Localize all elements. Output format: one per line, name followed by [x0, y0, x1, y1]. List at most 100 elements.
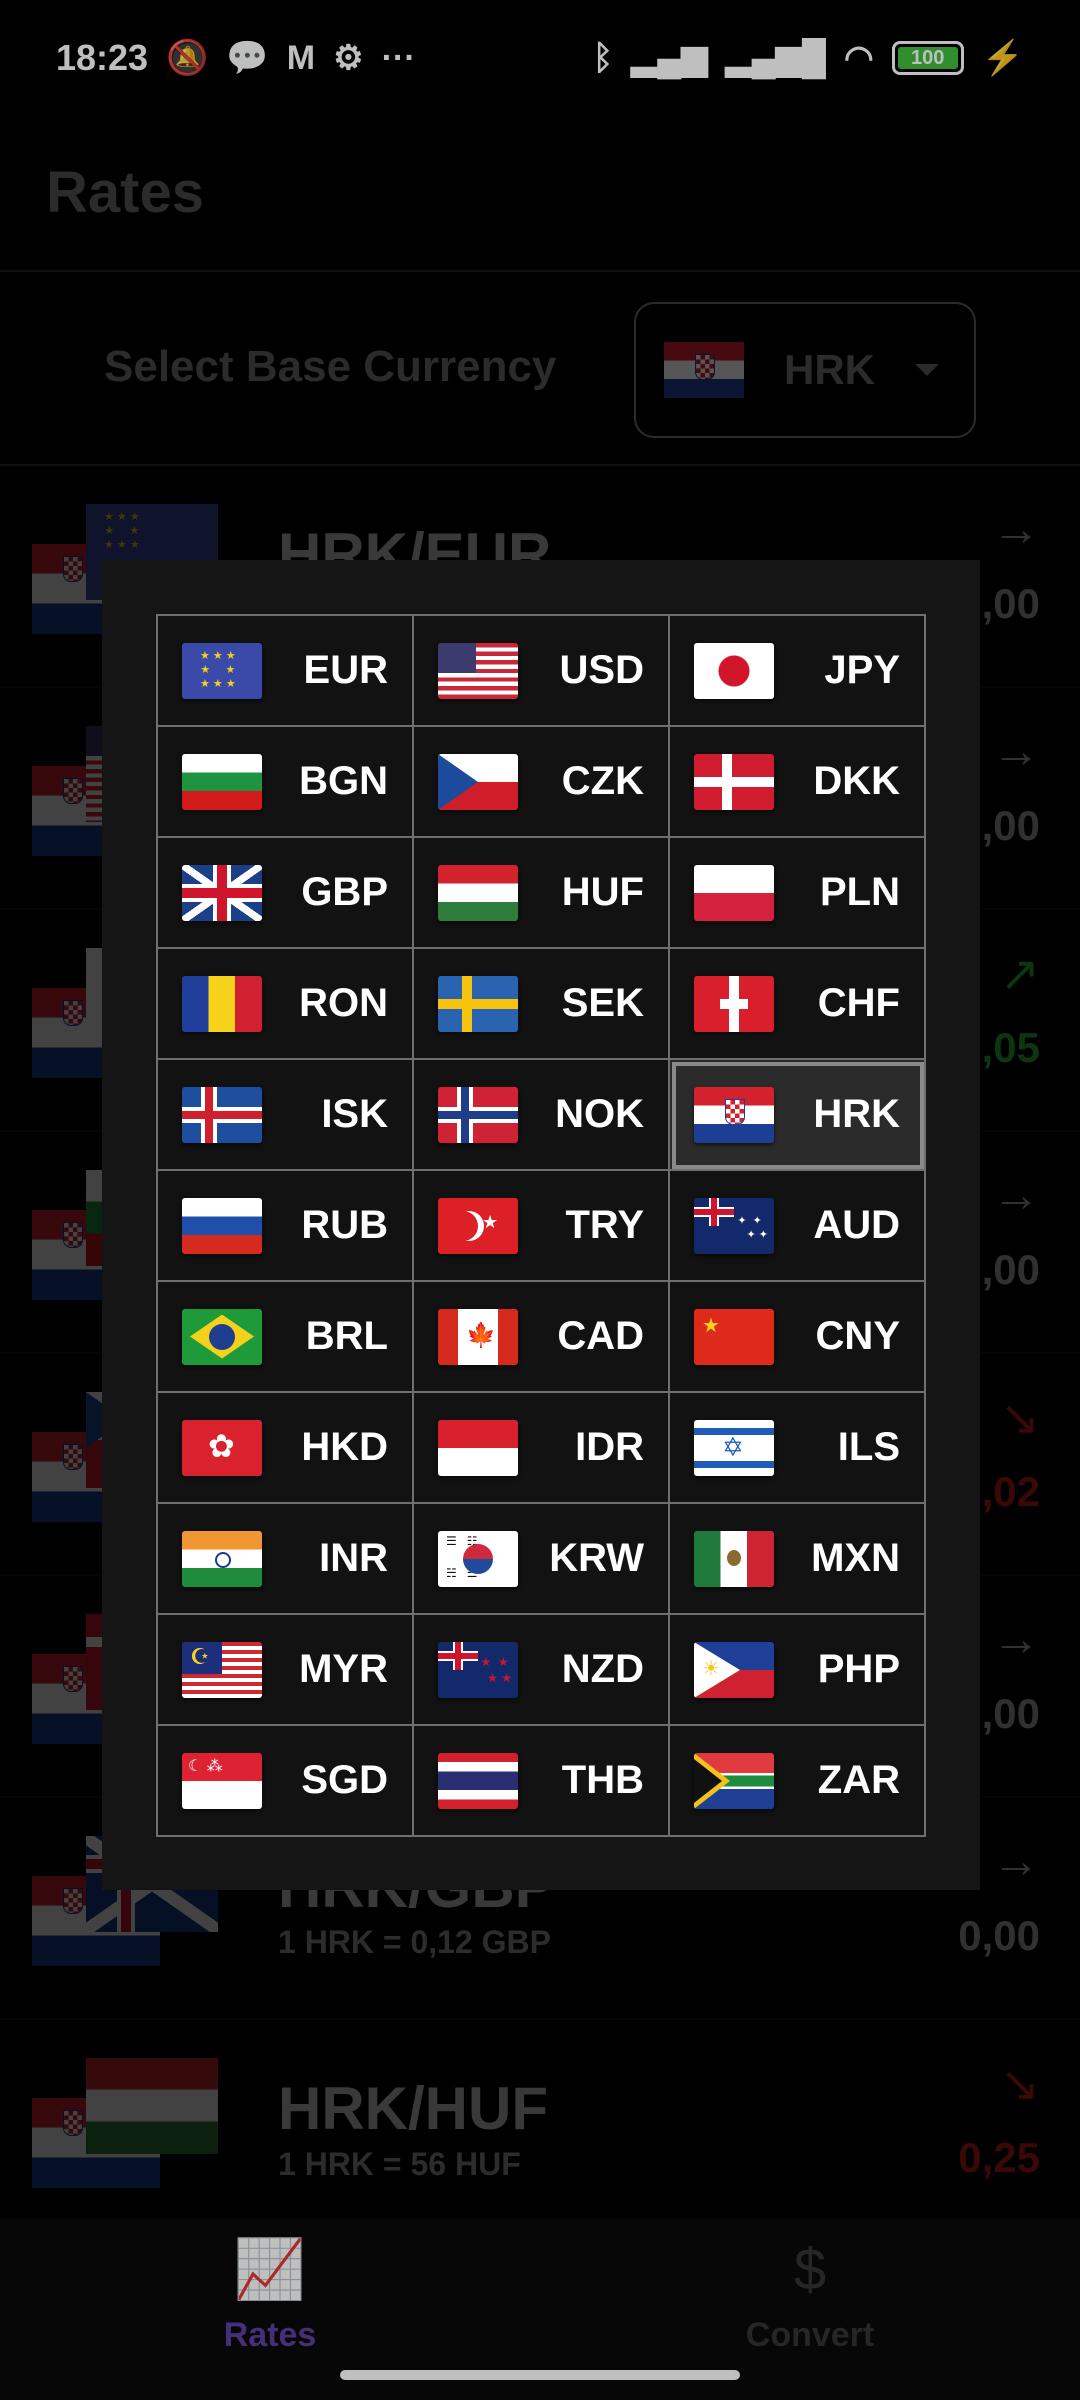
try-flag-icon — [438, 1197, 518, 1254]
currency-option-myr[interactable]: MYR — [158, 1615, 414, 1726]
sgd-flag-icon — [182, 1752, 262, 1809]
currency-code: USD — [559, 648, 644, 692]
cad-flag-icon — [438, 1308, 518, 1365]
currency-code: ZAR — [817, 1758, 900, 1802]
currency-option-rub[interactable]: RUB — [158, 1171, 414, 1282]
currency-code: RON — [299, 981, 388, 1025]
php-flag-icon — [694, 1641, 774, 1698]
hkd-flag-icon — [182, 1419, 262, 1476]
currency-option-cad[interactable]: CAD — [414, 1282, 670, 1393]
currency-option-idr[interactable]: IDR — [414, 1393, 670, 1504]
zar-flag-icon — [694, 1752, 774, 1809]
currency-option-krw[interactable]: KRW — [414, 1504, 670, 1615]
currency-option-jpy[interactable]: JPY — [670, 616, 926, 727]
currency-option-huf[interactable]: HUF — [414, 838, 670, 949]
ils-flag-icon — [694, 1419, 774, 1476]
currency-code: NZD — [561, 1647, 644, 1691]
thb-flag-icon — [438, 1752, 518, 1809]
currency-option-ils[interactable]: ILS — [670, 1393, 926, 1504]
currency-option-hkd[interactable]: HKD — [158, 1393, 414, 1504]
currency-code: TRY — [565, 1203, 644, 1247]
currency-option-bgn[interactable]: BGN — [158, 727, 414, 838]
currency-code: NOK — [555, 1092, 644, 1136]
currency-code: INR — [319, 1536, 388, 1580]
currency-code: HRK — [813, 1092, 900, 1136]
huf-flag-icon — [438, 864, 518, 921]
bgn-flag-icon — [182, 753, 262, 810]
currency-code: PHP — [817, 1647, 900, 1691]
currency-option-dkk[interactable]: DKK — [670, 727, 926, 838]
currency-option-php[interactable]: PHP — [670, 1615, 926, 1726]
currency-option-thb[interactable]: THB — [414, 1726, 670, 1837]
currency-picker-dialog: EUR USD JPY BGN CZK DKK GBP HUF PLN RON SEK CHF ISK N… — [102, 560, 980, 1890]
gbp-flag-icon — [182, 864, 262, 921]
hrk-flag-icon — [694, 1086, 774, 1143]
pln-flag-icon — [694, 864, 774, 921]
currency-code: SEK — [561, 981, 644, 1025]
sek-flag-icon — [438, 975, 518, 1032]
idr-flag-icon — [438, 1419, 518, 1476]
chf-flag-icon — [694, 975, 774, 1032]
currency-option-try[interactable]: TRY — [414, 1171, 670, 1282]
currency-code: GBP — [301, 870, 388, 914]
currency-code: SGD — [301, 1758, 388, 1802]
brl-flag-icon — [182, 1308, 262, 1365]
currency-option-sek[interactable]: SEK — [414, 949, 670, 1060]
currency-option-czk[interactable]: CZK — [414, 727, 670, 838]
currency-option-ron[interactable]: RON — [158, 949, 414, 1060]
currency-option-pln[interactable]: PLN — [670, 838, 926, 949]
currency-code: ILS — [837, 1425, 900, 1469]
krw-flag-icon — [438, 1530, 518, 1587]
isk-flag-icon — [182, 1086, 262, 1143]
currency-grid: EUR USD JPY BGN CZK DKK GBP HUF PLN RON SEK CHF ISK N… — [156, 614, 926, 1837]
currency-code: JPY — [824, 648, 900, 692]
currency-code: DKK — [813, 759, 900, 803]
cny-flag-icon — [694, 1308, 774, 1365]
currency-option-usd[interactable]: USD — [414, 616, 670, 727]
currency-option-brl[interactable]: BRL — [158, 1282, 414, 1393]
currency-code: BGN — [299, 759, 388, 803]
currency-option-isk[interactable]: ISK — [158, 1060, 414, 1171]
ron-flag-icon — [182, 975, 262, 1032]
currency-code: THB — [561, 1758, 644, 1802]
currency-option-gbp[interactable]: GBP — [158, 838, 414, 949]
currency-code: MYR — [299, 1647, 388, 1691]
currency-option-nok[interactable]: NOK — [414, 1060, 670, 1171]
currency-code: HUF — [561, 870, 644, 914]
currency-option-aud[interactable]: AUD — [670, 1171, 926, 1282]
currency-code: ISK — [321, 1092, 388, 1136]
currency-option-chf[interactable]: CHF — [670, 949, 926, 1060]
currency-code: KRW — [549, 1536, 644, 1580]
dkk-flag-icon — [694, 753, 774, 810]
czk-flag-icon — [438, 753, 518, 810]
currency-code: EUR — [303, 648, 388, 692]
currency-code: CHF — [817, 981, 900, 1025]
currency-option-zar[interactable]: ZAR — [670, 1726, 926, 1837]
currency-code: MXN — [811, 1536, 900, 1580]
currency-code: RUB — [301, 1203, 388, 1247]
jpy-flag-icon — [694, 642, 774, 699]
myr-flag-icon — [182, 1641, 262, 1698]
mxn-flag-icon — [694, 1530, 774, 1587]
currency-option-eur[interactable]: EUR — [158, 616, 414, 727]
eur-flag-icon — [182, 642, 262, 699]
aud-flag-icon — [694, 1197, 774, 1254]
currency-option-nzd[interactable]: NZD — [414, 1615, 670, 1726]
inr-flag-icon — [182, 1530, 262, 1587]
currency-code: IDR — [575, 1425, 644, 1469]
currency-code: CNY — [815, 1314, 900, 1358]
currency-option-inr[interactable]: INR — [158, 1504, 414, 1615]
usd-flag-icon — [438, 642, 518, 699]
currency-option-cny[interactable]: CNY — [670, 1282, 926, 1393]
currency-option-hrk[interactable]: HRK — [670, 1060, 926, 1171]
currency-option-sgd[interactable]: SGD — [158, 1726, 414, 1837]
currency-code: BRL — [305, 1314, 388, 1358]
currency-code: CZK — [561, 759, 644, 803]
currency-code: CAD — [557, 1314, 644, 1358]
currency-code: HKD — [301, 1425, 388, 1469]
nok-flag-icon — [438, 1086, 518, 1143]
currency-option-mxn[interactable]: MXN — [670, 1504, 926, 1615]
nzd-flag-icon — [438, 1641, 518, 1698]
rub-flag-icon — [182, 1197, 262, 1254]
currency-code: AUD — [813, 1203, 900, 1247]
